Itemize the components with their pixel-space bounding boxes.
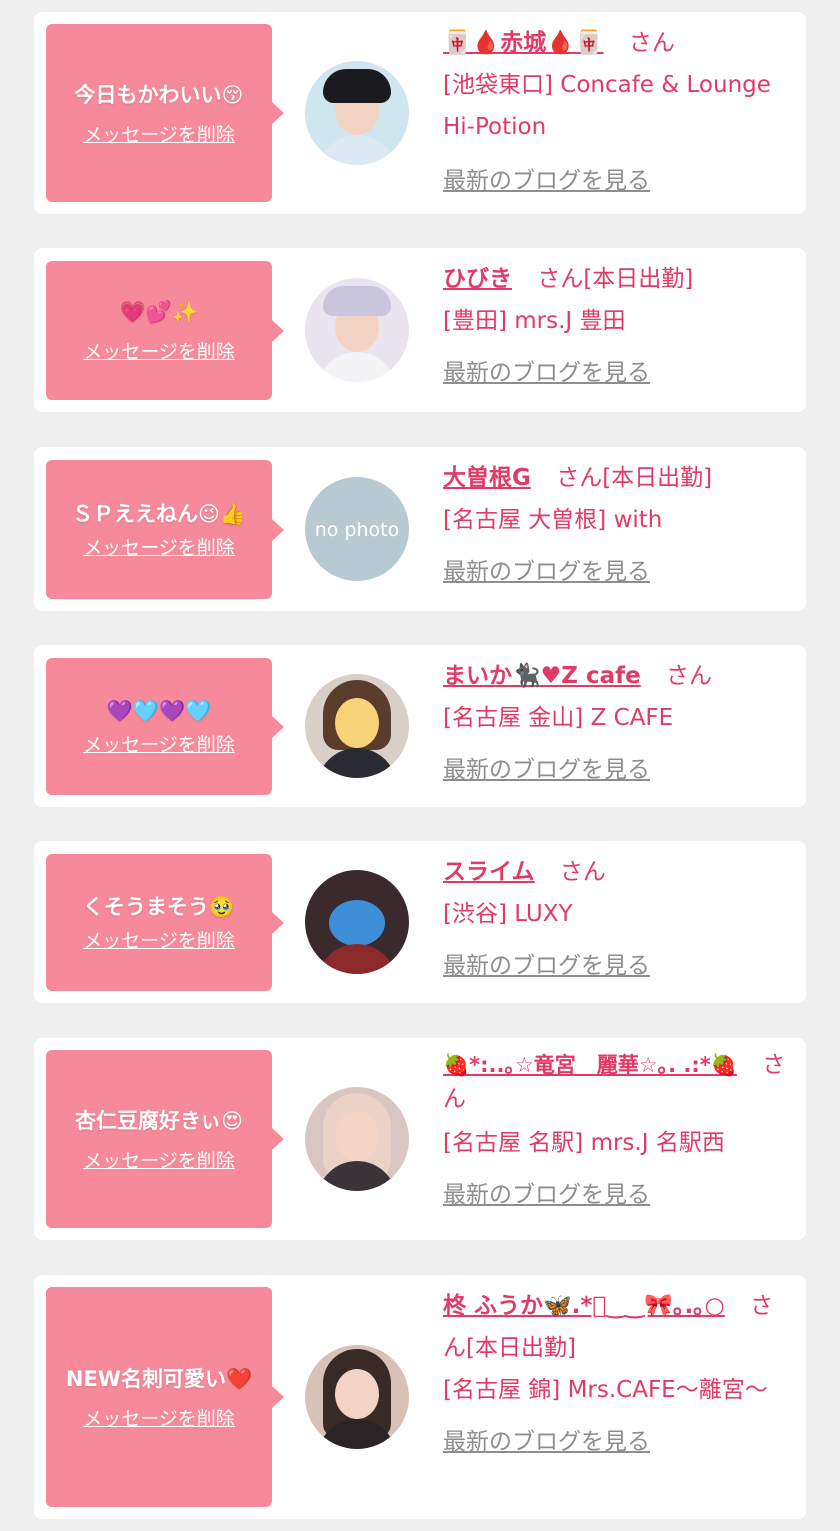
message-card: 💜🩵💜🩵 メッセージを削除 まいか🐈‍⬛♥Z cafe さん [名古屋 金山] … bbox=[34, 645, 806, 807]
shop-info: [名古屋 金山] Z CAFE bbox=[443, 705, 674, 731]
message-text: 今日もかわいい😚 bbox=[74, 82, 244, 107]
profile-name-link[interactable]: 🍓*:..｡☆竜宮 麗華☆｡. .:*🍓 bbox=[443, 1053, 737, 1077]
avatar[interactable] bbox=[305, 61, 409, 165]
shop-info: [名古屋 大曽根] with bbox=[443, 507, 663, 533]
avatar-body bbox=[317, 135, 397, 165]
avatar[interactable]: no photo bbox=[305, 477, 409, 581]
avatar[interactable] bbox=[305, 870, 409, 974]
message-card: 杏仁豆腐好きぃ😍 メッセージを削除 🍓*:..｡☆竜宮 麗華☆｡. .:*🍓 さ… bbox=[34, 1038, 806, 1240]
avatar[interactable] bbox=[305, 674, 409, 778]
avatar-face bbox=[335, 1111, 379, 1161]
profile-name-link[interactable]: まいか🐈‍⬛♥Z cafe bbox=[443, 663, 641, 689]
message-bubble: 💜🩵💜🩵 メッセージを削除 bbox=[46, 658, 284, 795]
message-text: ＳＰええねん😉👍 bbox=[71, 502, 247, 526]
profile-info: まいか🐈‍⬛♥Z cafe さん [名古屋 金山] Z CAFE 最新のブログを… bbox=[443, 655, 793, 791]
latest-blog-link[interactable]: 最新のブログを見る bbox=[443, 1421, 650, 1463]
profile-name-link[interactable]: 大曽根G bbox=[443, 465, 531, 491]
profile-name-link[interactable]: ひびき bbox=[443, 266, 512, 292]
avatar-hair bbox=[323, 69, 391, 103]
profile-info: 🀄🩸赤城🩸🀄 さん [池袋東口] Concafe & Lounge Hi-Pot… bbox=[443, 22, 793, 202]
avatar-slime bbox=[329, 900, 385, 946]
message-card: くそうまそう🥹 メッセージを削除 スライム さん [渋谷] LUXY 最新のブロ… bbox=[34, 841, 806, 1003]
avatar[interactable] bbox=[305, 278, 409, 382]
avatar-body bbox=[317, 944, 397, 974]
delete-message-link[interactable]: メッセージを削除 bbox=[83, 732, 235, 758]
profile-info: スライム さん [渋谷] LUXY 最新のブログを見る bbox=[443, 851, 793, 987]
message-bubble: ＳＰええねん😉👍 メッセージを削除 bbox=[46, 460, 284, 599]
delete-message-link[interactable]: メッセージを削除 bbox=[83, 535, 235, 561]
latest-blog-link[interactable]: 最新のブログを見る bbox=[443, 160, 650, 202]
avatar-face bbox=[335, 698, 379, 748]
today-working-badge: [本日出勤] bbox=[466, 1335, 576, 1361]
latest-blog-link[interactable]: 最新のブログを見る bbox=[443, 1174, 650, 1216]
message-text: くそうまそう🥹 bbox=[82, 895, 236, 919]
message-text: 💗💕✨ bbox=[119, 300, 199, 324]
shop-info: [渋谷] LUXY bbox=[443, 901, 573, 927]
message-bubble: 💗💕✨ メッセージを削除 bbox=[46, 261, 284, 400]
shop-info: [名古屋 名駅] mrs.J 名駅西 bbox=[443, 1130, 725, 1156]
message-bubble: 今日もかわいい😚 メッセージを削除 bbox=[46, 24, 284, 202]
message-text: NEW名刺可愛い❤️ bbox=[65, 1366, 253, 1391]
delete-message-link[interactable]: メッセージを削除 bbox=[83, 339, 235, 365]
profile-info: ひびき さん[本日出勤] [豊田] mrs.J 豊田 最新のブログを見る bbox=[443, 258, 793, 394]
san-suffix: さん bbox=[556, 465, 603, 491]
latest-blog-link[interactable]: 最新のブログを見る bbox=[443, 749, 650, 791]
avatar-face bbox=[335, 1369, 379, 1419]
delete-message-link[interactable]: メッセージを削除 bbox=[83, 928, 235, 954]
avatar-hair bbox=[323, 286, 391, 316]
profile-name-link[interactable]: 🀄🩸赤城🩸🀄 bbox=[443, 30, 604, 56]
latest-blog-link[interactable]: 最新のブログを見る bbox=[443, 551, 650, 593]
delete-message-link[interactable]: メッセージを削除 bbox=[83, 122, 235, 148]
avatar[interactable] bbox=[305, 1345, 409, 1449]
profile-name-link[interactable]: 柊 ふうか🦋.*ﾟ‿‿🎀｡.｡○ bbox=[443, 1293, 725, 1319]
message-card: ＳＰええねん😉👍 メッセージを削除 no photo 大曽根G さん[本日出勤]… bbox=[34, 447, 806, 611]
shop-info: [池袋東口] Concafe & Lounge Hi-Potion bbox=[443, 72, 771, 140]
avatar[interactable] bbox=[305, 1087, 409, 1191]
avatar-body bbox=[317, 748, 397, 778]
delete-message-link[interactable]: メッセージを削除 bbox=[83, 1148, 235, 1174]
latest-blog-link[interactable]: 最新のブログを見る bbox=[443, 352, 650, 394]
shop-info: [名古屋 錦] Mrs.CAFE〜離宮〜 bbox=[443, 1377, 768, 1403]
profile-info: 大曽根G さん[本日出勤] [名古屋 大曽根] with 最新のブログを見る bbox=[443, 457, 793, 593]
profile-info: 🍓*:..｡☆竜宮 麗華☆｡. .:*🍓 さん [名古屋 名駅] mrs.J 名… bbox=[443, 1048, 793, 1216]
message-card: NEW名刺可愛い❤️ メッセージを削除 柊 ふうか🦋.*ﾟ‿‿🎀｡.｡○ さん[… bbox=[34, 1275, 806, 1519]
message-card: 💗💕✨ メッセージを削除 ひびき さん[本日出勤] [豊田] mrs.J 豊田 … bbox=[34, 248, 806, 412]
message-card: 今日もかわいい😚 メッセージを削除 🀄🩸赤城🩸🀄 さん [池袋東口] Conca… bbox=[34, 12, 806, 214]
san-suffix: さん bbox=[559, 859, 606, 885]
shop-info: [豊田] mrs.J 豊田 bbox=[443, 308, 626, 334]
profile-name-link[interactable]: スライム bbox=[443, 859, 535, 885]
san-suffix: さん bbox=[537, 266, 584, 292]
san-suffix: さん bbox=[666, 663, 713, 689]
avatar-body bbox=[317, 352, 397, 382]
today-working-badge: [本日出勤] bbox=[583, 266, 694, 292]
message-text: 💜🩵💜🩵 bbox=[106, 699, 212, 723]
message-bubble: 杏仁豆腐好きぃ😍 メッセージを削除 bbox=[46, 1050, 284, 1228]
today-working-badge: [本日出勤] bbox=[602, 465, 713, 491]
no-photo-label: no photo bbox=[314, 519, 400, 541]
message-text: 杏仁豆腐好きぃ😍 bbox=[74, 1108, 244, 1133]
profile-info: 柊 ふうか🦋.*ﾟ‿‿🎀｡.｡○ さん[本日出勤] [名古屋 錦] Mrs.CA… bbox=[443, 1285, 793, 1463]
delete-message-link[interactable]: メッセージを削除 bbox=[83, 1406, 235, 1432]
message-bubble: NEW名刺可愛い❤️ メッセージを削除 bbox=[46, 1287, 284, 1507]
message-bubble: くそうまそう🥹 メッセージを削除 bbox=[46, 854, 284, 991]
latest-blog-link[interactable]: 最新のブログを見る bbox=[443, 945, 650, 987]
san-suffix: さん bbox=[628, 30, 675, 56]
